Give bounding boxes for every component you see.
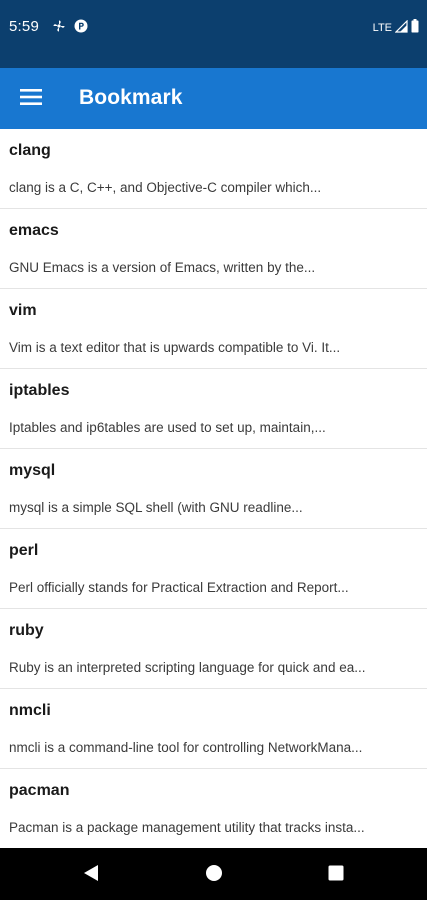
network-type: LTE [372, 21, 392, 34]
item-description: nmcli is a command-line tool for control… [9, 740, 363, 755]
fan-icon [52, 19, 66, 38]
item-description: Pacman is a package management utility t… [9, 820, 365, 835]
item-title: mysql [9, 462, 56, 479]
list-item[interactable]: emacs GNU Emacs is a version of Emacs, w… [0, 209, 427, 289]
bookmark-list[interactable]: clang clang is a C, C++, and Objective-C… [0, 129, 427, 848]
signal-icon [394, 19, 408, 36]
status-time: 5:59 [9, 18, 39, 35]
list-item[interactable]: perl Perl officially stands for Practica… [0, 529, 427, 609]
item-description: Perl officially stands for Practical Ext… [9, 580, 349, 595]
home-icon [205, 864, 223, 887]
back-icon [82, 863, 100, 888]
back-button[interactable] [78, 862, 104, 888]
list-item[interactable]: iptables Iptables and ip6tables are used… [0, 369, 427, 449]
list-item[interactable]: nmcli nmcli is a command-line tool for c… [0, 689, 427, 769]
status-right: LTE [373, 19, 419, 36]
home-button[interactable] [201, 862, 227, 888]
app-bar: Bookmark [0, 68, 427, 129]
list-item[interactable]: pacman Pacman is a package management ut… [0, 769, 427, 848]
item-title: emacs [9, 222, 59, 239]
hamburger-menu-icon [20, 88, 42, 110]
item-description: Ruby is an interpreted scripting languag… [9, 660, 366, 675]
battery-icon [411, 19, 419, 36]
list-item[interactable]: clang clang is a C, C++, and Objective-C… [0, 129, 427, 209]
item-description: Vim is a text editor that is upwards com… [9, 340, 341, 355]
notification-icons [52, 19, 88, 38]
menu-button[interactable] [12, 80, 50, 118]
recents-icon [328, 865, 344, 886]
item-title: perl [9, 542, 39, 559]
status-bar: 5:59 LTE [0, 0, 427, 68]
item-title: clang [9, 142, 51, 159]
item-description: clang is a C, C++, and Objective-C compi… [9, 180, 322, 195]
recents-button[interactable] [323, 862, 349, 888]
list-item[interactable]: vim Vim is a text editor that is upwards… [0, 289, 427, 369]
item-title: nmcli [9, 702, 51, 719]
system-nav-bar [0, 848, 427, 900]
page-title: Bookmark [79, 86, 183, 109]
item-title: vim [9, 302, 37, 319]
p-icon [74, 19, 88, 38]
list-item[interactable]: ruby Ruby is an interpreted scripting la… [0, 609, 427, 689]
item-description: mysql is a simple SQL shell (with GNU re… [9, 500, 303, 515]
item-title: iptables [9, 382, 70, 399]
item-title: pacman [9, 782, 70, 799]
item-description: GNU Emacs is a version of Emacs, written… [9, 260, 316, 275]
item-description: Iptables and ip6tables are used to set u… [9, 420, 326, 435]
item-title: ruby [9, 622, 44, 639]
list-item[interactable]: mysql mysql is a simple SQL shell (with … [0, 449, 427, 529]
